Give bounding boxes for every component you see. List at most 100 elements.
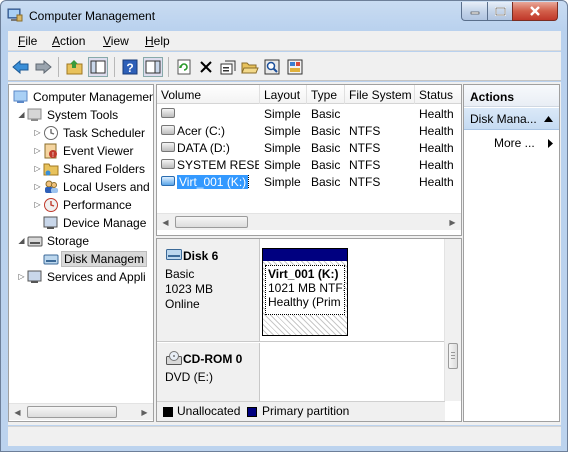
settings-icon <box>287 59 303 75</box>
cd-rom-0-info[interactable]: CD-ROM 0 DVD (E:) <box>157 343 260 401</box>
properties-button[interactable] <box>218 57 238 77</box>
window-title: Computer Management <box>29 9 156 23</box>
refresh-button[interactable] <box>174 57 194 77</box>
tree-item[interactable]: ▷ Shared Folders <box>9 160 153 178</box>
legend-unallocated-swatch <box>163 407 173 417</box>
minimize-button[interactable] <box>461 2 488 21</box>
submenu-arrow-icon <box>548 139 553 148</box>
cell-type-text: Basic <box>311 141 341 155</box>
scroll-right-arrow-icon[interactable]: ▶ <box>136 404 153 420</box>
disk-graphical-view[interactable]: Disk 6 Basic 1023 MB Online Virt_001 (K:… <box>156 238 462 422</box>
cell-status-text: Health <box>419 158 454 172</box>
scroll-thumb[interactable] <box>27 406 117 418</box>
table-row[interactable]: Acer (C:) Simple Basic NTFS Health <box>157 122 461 139</box>
cell-layout: Simple <box>264 107 306 121</box>
computer-icon <box>13 90 28 103</box>
tree-expand-icon[interactable]: ▷ <box>33 128 42 137</box>
search-button[interactable] <box>262 57 282 77</box>
column-header-file-system[interactable]: File System <box>345 85 415 104</box>
legend-primary-label: Primary partition <box>262 404 350 418</box>
client-area: Computer Managemen ◢ System Tools ▷ Task Sch… <box>8 82 561 425</box>
scroll-thumb[interactable] <box>175 216 248 228</box>
column-header-status[interactable]: Status <box>415 85 461 104</box>
table-row[interactable]: Virt_001 (K:) Simple Basic NTFS Health <box>157 173 461 190</box>
toolbar: ? <box>8 52 561 81</box>
volume-list-horizontal-scrollbar[interactable]: ◀ ▶ <box>157 213 461 230</box>
column-header-layout[interactable]: Layout <box>260 85 307 104</box>
menu-help[interactable]: Help <box>145 34 170 48</box>
table-row[interactable]: SYSTEM RESE... Simple Basic NTFS Health <box>157 156 461 173</box>
volume-list[interactable]: Volume Layout Type File System Status Si… <box>156 84 462 236</box>
tree-expand-icon[interactable]: ▷ <box>33 164 42 173</box>
tree-item[interactable]: ▷ Local Users and <box>9 178 153 196</box>
tree-item[interactable]: Computer Managemen <box>9 88 153 106</box>
show-hide-console-tree-button[interactable] <box>88 57 108 77</box>
help-button[interactable]: ? <box>120 57 140 77</box>
services-icon <box>27 270 42 283</box>
status-bar <box>8 426 561 446</box>
cell-layout: Simple <box>264 124 306 138</box>
maximize-button[interactable] <box>487 2 513 21</box>
tree-item[interactable]: ▷ Task Scheduler <box>9 124 153 142</box>
scroll-thumb[interactable] <box>448 343 458 369</box>
computer-management-icon <box>7 8 23 22</box>
table-row[interactable]: Simple Basic Health <box>157 105 461 122</box>
column-header-type[interactable]: Type <box>307 85 345 104</box>
menu-view-accelerator: V <box>103 34 111 48</box>
disk-view-vertical-scrollbar[interactable] <box>444 239 461 401</box>
tree-item[interactable]: ◢ System Tools <box>9 106 153 124</box>
tree-horizontal-scrollbar[interactable]: ◀ ▶ <box>9 403 153 420</box>
settings-button[interactable] <box>285 57 305 77</box>
actions-disk-management-section[interactable]: Disk Mana... <box>464 108 559 130</box>
console-tree[interactable]: Computer Managemen ◢ System Tools ▷ Task Sch… <box>8 84 154 422</box>
actions-more-item[interactable]: More ... <box>494 136 535 150</box>
menu-bar: File Action View Help <box>8 31 561 51</box>
cell-status-text: Health <box>419 107 454 121</box>
tree-collapse-icon[interactable]: ◢ <box>17 110 26 119</box>
menu-help-label: elp <box>153 34 170 48</box>
show-hide-action-pane-button[interactable] <box>143 57 163 77</box>
close-button[interactable] <box>512 2 558 21</box>
menu-help-accelerator: H <box>145 34 154 48</box>
column-header-volume[interactable]: Volume <box>157 85 260 104</box>
cell-status-text: Health <box>419 175 454 189</box>
tree-item[interactable]: ◢ Storage <box>9 232 153 250</box>
tree-expand-icon[interactable]: ▷ <box>33 200 42 209</box>
cell-file-system: NTFS <box>349 141 413 155</box>
tree-item-label: Disk Managem <box>61 251 148 267</box>
back-button[interactable] <box>11 57 31 77</box>
cell-status: Health <box>419 158 461 172</box>
tree-item[interactable]: Disk Managem <box>9 250 153 268</box>
tree-expand-icon[interactable]: ▷ <box>33 146 42 155</box>
tree-expand-icon[interactable]: ▷ <box>17 272 26 281</box>
title-bar[interactable]: Computer Management <box>1 1 567 31</box>
scroll-left-arrow-icon[interactable]: ◀ <box>157 214 174 230</box>
open-folder-button[interactable] <box>240 57 260 77</box>
tree-expand-icon[interactable]: ▷ <box>33 182 42 191</box>
cell-file-system-text: NTFS <box>349 141 381 155</box>
tree-item[interactable]: ▷! Event Viewer <box>9 142 153 160</box>
tree-item[interactable]: Device Manage <box>9 214 153 232</box>
tree-collapse-icon[interactable]: ◢ <box>17 236 26 245</box>
maximize-icon <box>494 6 506 16</box>
tree-item-label: Shared Folders <box>63 162 146 176</box>
menu-view[interactable]: View <box>103 34 129 48</box>
disk-6-info[interactable]: Disk 6 Basic 1023 MB Online <box>157 239 260 342</box>
forward-button[interactable] <box>33 57 53 77</box>
cell-status: Health <box>419 175 461 189</box>
tree-item[interactable]: ▷ Services and Appli <box>9 268 153 286</box>
cell-volume-text: SYSTEM RESE... <box>177 158 259 172</box>
tree-item[interactable]: ▷ Performance <box>9 196 153 214</box>
up-button[interactable] <box>65 57 85 77</box>
menu-action[interactable]: Action <box>52 34 85 48</box>
delete-button[interactable] <box>196 57 216 77</box>
cell-type: Basic <box>311 141 344 155</box>
menu-file[interactable]: File <box>18 34 37 48</box>
scroll-left-arrow-icon[interactable]: ◀ <box>9 404 26 420</box>
cell-type-text: Basic <box>311 158 341 172</box>
cell-type-text: Basic <box>311 124 341 138</box>
partition-virt-001[interactable]: Virt_001 (K:) 1021 MB NTFS Healthy (Prim <box>262 248 348 336</box>
collapse-up-icon <box>544 116 553 122</box>
scroll-right-arrow-icon[interactable]: ▶ <box>444 214 461 230</box>
table-row[interactable]: DATA (D:) Simple Basic NTFS Health <box>157 139 461 156</box>
